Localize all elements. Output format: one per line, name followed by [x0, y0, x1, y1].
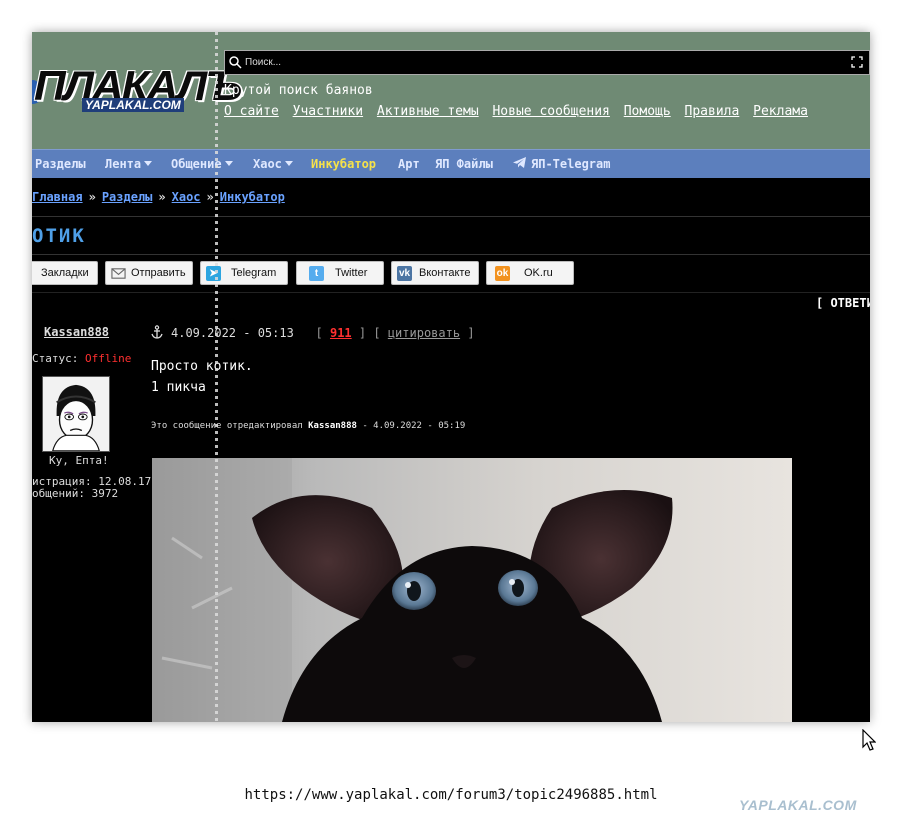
logo-subtitle: YAPLAKAL.COM	[82, 98, 184, 112]
site-header: ПЛАКАЛЪ YAPLAKAL.COM Крутой поиск баянов…	[32, 32, 870, 149]
nav-item-incubator[interactable]: Инкубатор	[311, 157, 376, 171]
status-badge: Offline	[84, 352, 132, 365]
post-date: 4.09.2022 - 05:13	[171, 326, 294, 340]
nav-item-feed[interactable]: Лента	[105, 157, 153, 171]
link-new-posts[interactable]: Новые сообщения	[492, 104, 609, 119]
link-members[interactable]: Участники	[293, 104, 363, 119]
page-title: ОТИК	[32, 225, 86, 247]
post-text-line: 1 пикча	[151, 380, 206, 395]
nav-item-files[interactable]: ЯП Файлы	[435, 157, 493, 171]
breadcrumb-sections[interactable]: Разделы	[102, 190, 153, 204]
share-ok-button[interactable]: ok OK.ru	[486, 261, 574, 285]
nav-item-telegram[interactable]: ЯП-Telegram	[513, 157, 610, 171]
breadcrumb-home[interactable]: Главная	[32, 190, 83, 204]
site-slogan: Крутой поиск баянов	[224, 83, 373, 98]
search-icon	[229, 56, 242, 69]
envelope-icon	[111, 268, 126, 279]
breadcrumb-separator: »	[158, 190, 166, 204]
breadcrumb-separator: »	[88, 190, 96, 204]
mouse-cursor-icon	[862, 729, 876, 751]
nav-item-art[interactable]: Арт	[398, 157, 420, 171]
editor-name: Kassan888	[308, 421, 357, 431]
breadcrumb: Главная » Разделы » Хаос » Инкубатор	[32, 190, 285, 204]
divider	[32, 216, 870, 217]
chevron-down-icon	[224, 161, 233, 166]
vk-icon: vk	[397, 266, 412, 281]
avatar[interactable]	[42, 376, 110, 452]
share-bookmarks-button[interactable]: Закладки	[32, 261, 98, 285]
chevron-down-icon	[144, 161, 153, 166]
site-logo[interactable]: ПЛАКАЛЪ YAPLAKAL.COM	[32, 62, 243, 114]
share-telegram-button[interactable]: ➤ Telegram	[200, 261, 288, 285]
nav-item-chaos[interactable]: Хаос	[253, 157, 293, 171]
post-body: Просто котик. 1 пикча	[151, 356, 253, 398]
post-text-line: Просто котик.	[151, 359, 253, 374]
post-author[interactable]: Kassan888	[44, 325, 109, 339]
search-bar	[224, 50, 870, 75]
link-about[interactable]: О сайте	[224, 104, 279, 119]
main-nav: Разделы Лента Общение Хаос Инкубатор Арт…	[32, 149, 870, 178]
ok-icon: ok	[495, 266, 510, 281]
post-image-kitten[interactable]	[152, 458, 792, 722]
search-options-icon[interactable]	[851, 56, 863, 68]
link-help[interactable]: Помощь	[624, 104, 671, 119]
reply-button[interactable]: [ ОТВЕТИ	[816, 296, 870, 310]
top-links: О сайте Участники Активные темы Новые со…	[224, 104, 814, 119]
chevron-down-icon	[284, 161, 293, 166]
telegram-icon: ➤	[206, 266, 221, 281]
divider	[32, 254, 870, 255]
breadcrumb-chaos[interactable]: Хаос	[172, 190, 201, 204]
divider	[32, 292, 870, 293]
nav-item-sections[interactable]: Разделы	[35, 157, 86, 171]
search-input[interactable]	[245, 54, 825, 71]
nav-item-chat[interactable]: Общение	[171, 157, 233, 171]
edit-note: Это сообщение отредактировал Kassan888 -…	[151, 421, 466, 431]
link-rules[interactable]: Правила	[685, 104, 740, 119]
breadcrumb-incubator[interactable]: Инкубатор	[220, 190, 285, 204]
telegram-icon	[513, 157, 526, 168]
share-send-button[interactable]: Отправить	[105, 261, 193, 285]
user-stats: истрация: 12.08.17 общений: 3972	[32, 476, 151, 500]
twitter-icon: t	[309, 266, 324, 281]
link-ads[interactable]: Реклама	[753, 104, 808, 119]
watermark: YAPLAKAL.COM	[739, 797, 857, 813]
message-count: общений: 3972	[32, 487, 119, 500]
anchor-icon[interactable]	[151, 325, 163, 339]
post-number[interactable]: 911	[330, 326, 352, 340]
avatar-caption: Ку, Епта!	[49, 454, 109, 467]
share-vkontakte-button[interactable]: vk Вконтакте	[391, 261, 479, 285]
link-active-topics[interactable]: Активные темы	[377, 104, 479, 119]
user-status: Статус: Offline	[32, 352, 132, 365]
share-twitter-button[interactable]: t Twitter	[296, 261, 384, 285]
browser-screenshot: ПЛАКАЛЪ YAPLAKAL.COM Крутой поиск баянов…	[32, 32, 870, 722]
scroll-divider	[215, 32, 218, 722]
breadcrumb-separator: »	[206, 190, 214, 204]
quote-link[interactable]: цитировать	[388, 326, 460, 340]
